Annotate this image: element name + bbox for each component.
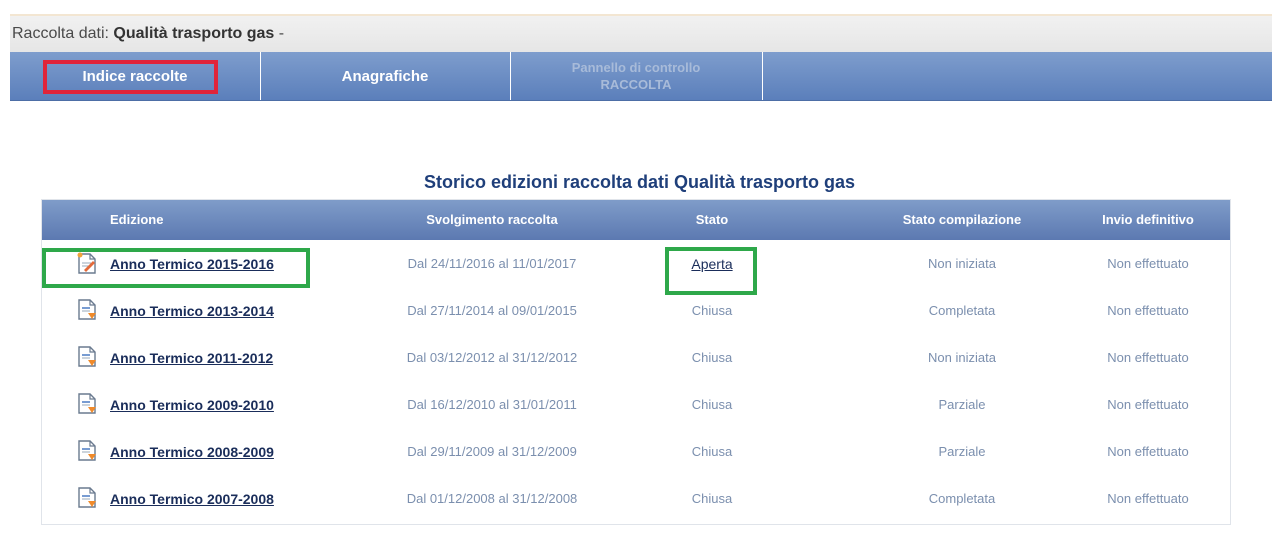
svolgimento-cell: Dal 03/12/2012 al 31/12/2012 <box>406 350 578 365</box>
col-header-edizione: Edizione <box>110 212 164 227</box>
table-row: Anno Termico 2008-2009 Dal 29/11/2009 al… <box>42 428 1230 475</box>
edition-link[interactable]: Anno Termico 2008-2009 <box>110 444 274 460</box>
invio-cell: Non effettuato <box>1107 303 1189 318</box>
col-header-svolgimento: Svolgimento raccolta <box>426 212 558 227</box>
nav-pannello-line1: Pannello di controllo <box>571 60 701 75</box>
stato-cell: Chiusa <box>691 491 733 506</box>
stato-cell: Chiusa <box>691 397 733 412</box>
svolgimento-cell: Dal 24/11/2016 al 11/01/2017 <box>407 256 577 271</box>
highlight-box-edition <box>42 248 310 288</box>
invio-cell: Non effettuato <box>1107 491 1189 506</box>
title-collection-name: Qualità trasporto gas <box>113 25 275 42</box>
document-closed-icon <box>78 487 96 508</box>
title-prefix: Raccolta dati: <box>12 25 114 42</box>
col-header-invio-definitivo: Invio definitivo <box>1102 212 1194 227</box>
title-suffix: - <box>274 25 285 42</box>
compilazione-cell: Parziale <box>938 444 986 459</box>
edition-link[interactable]: Anno Termico 2011-2012 <box>110 350 273 366</box>
svolgimento-cell: Dal 27/11/2014 al 09/01/2015 <box>407 303 577 318</box>
highlight-box-stato <box>665 247 757 295</box>
stato-cell: Chiusa <box>691 350 733 365</box>
stato-cell: Chiusa <box>691 444 733 459</box>
table-row: Anno Termico 2013-2014 Dal 27/11/2014 al… <box>42 287 1230 334</box>
table-row: Anno Termico 2009-2010 Dal 16/12/2010 al… <box>42 381 1230 428</box>
compilazione-cell: Parziale <box>938 397 986 412</box>
edition-link[interactable]: Anno Termico 2013-2014 <box>110 303 274 319</box>
table-row: Anno Termico 2007-2008 Dal 01/12/2008 al… <box>42 475 1230 522</box>
document-closed-icon <box>78 346 96 367</box>
compilazione-cell: Non iniziata <box>928 350 996 365</box>
table-header: Edizione Svolgimento raccolta Stato Stat… <box>42 200 1230 240</box>
col-header-stato: Stato <box>695 212 729 227</box>
selection-highlight-red <box>43 60 218 94</box>
compilazione-cell: Completata <box>928 303 996 318</box>
document-closed-icon <box>78 393 96 414</box>
window-title: Raccolta dati: Qualità trasporto gas - <box>10 14 1272 52</box>
nav-anagrafiche-label: Anagrafiche <box>341 67 429 85</box>
page-title: Storico edizioni raccolta dati Qualità t… <box>423 172 856 192</box>
document-closed-icon <box>78 440 96 461</box>
invio-cell: Non effettuato <box>1107 444 1189 459</box>
nav-pannello-controllo: Pannello di controllo RACCOLTA <box>510 52 763 100</box>
edition-link[interactable]: Anno Termico 2007-2008 <box>110 491 274 507</box>
col-header-stato-compilazione: Stato compilazione <box>902 212 1022 227</box>
invio-cell: Non effettuato <box>1107 397 1189 412</box>
svolgimento-cell: Dal 16/12/2010 al 31/01/2011 <box>407 397 577 412</box>
nav-anagrafiche[interactable]: Anagrafiche <box>260 52 511 100</box>
svolgimento-cell: Dal 29/11/2009 al 31/12/2009 <box>407 444 577 459</box>
editions-table: Edizione Svolgimento raccolta Stato Stat… <box>41 199 1231 525</box>
compilazione-cell: Completata <box>928 491 996 506</box>
nav-pannello-controllo-label: Pannello di controllo RACCOLTA <box>572 59 701 93</box>
document-closed-icon <box>78 299 96 320</box>
edition-link[interactable]: Anno Termico 2009-2010 <box>110 397 274 413</box>
main-nav: Indice raccolte Anagrafiche Pannello di … <box>10 52 1272 101</box>
table-row: Anno Termico 2011-2012 Dal 03/12/2012 al… <box>42 334 1230 381</box>
svolgimento-cell: Dal 01/12/2008 al 31/12/2008 <box>406 491 578 506</box>
invio-cell: Non effettuato <box>1107 256 1189 271</box>
invio-cell: Non effettuato <box>1107 350 1189 365</box>
nav-pannello-line2: RACCOLTA <box>600 77 672 92</box>
compilazione-cell: Non iniziata <box>928 256 996 271</box>
